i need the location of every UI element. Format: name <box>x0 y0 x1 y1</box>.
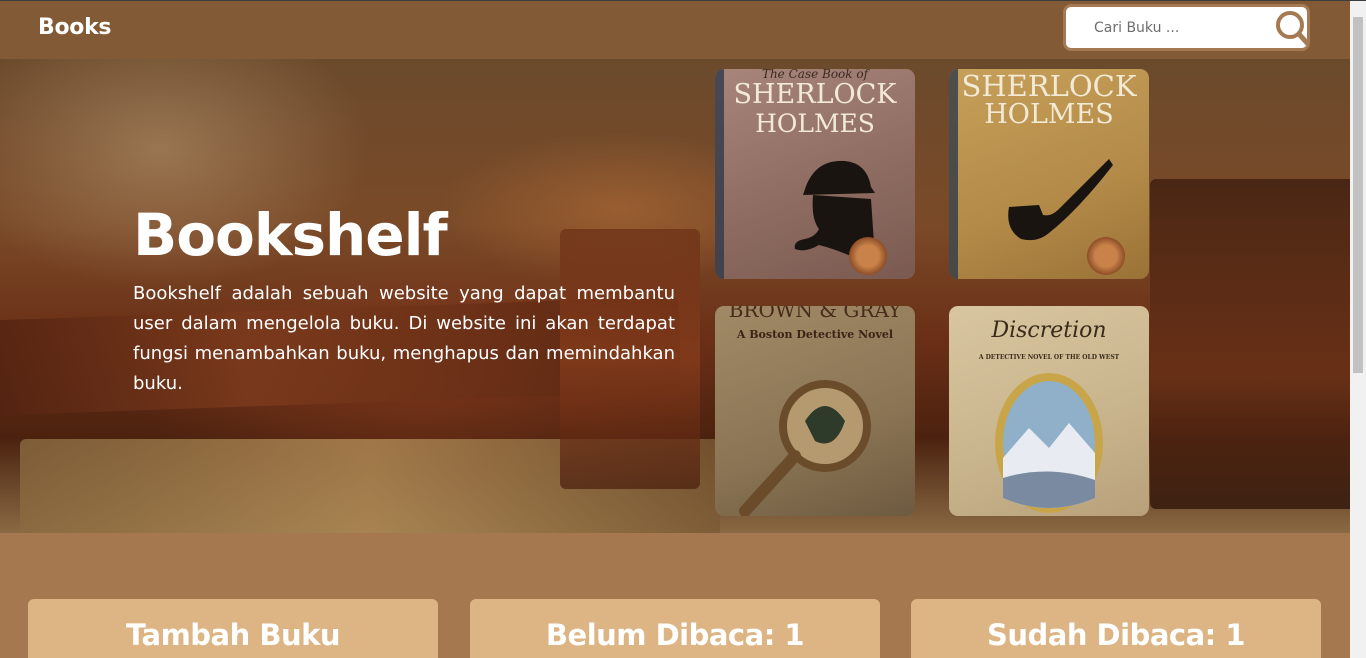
cover-subtitle: A DETECTIVE NOVEL OF THE OLD WEST <box>978 354 1120 361</box>
hero-title: Bookshelf <box>133 201 448 269</box>
book-cover-image: BROWN & GRAY A Boston Detective Novel <box>715 306 915 516</box>
scrollbar-thumb[interactable] <box>1353 17 1363 373</box>
cover-title: BROWN & GRAY <box>728 306 902 322</box>
book-cover-image: SHERLOCK HOLMES <box>949 69 1149 279</box>
hero-banner: Bookshelf Bookshelf adalah sebuah websit… <box>0 59 1350 533</box>
unread-books-title: Belum Dibaca: 1 <box>545 618 805 652</box>
navbar: Books <box>0 1 1350 59</box>
cover-title: SHERLOCK <box>733 79 897 110</box>
award-medal-icon <box>1087 237 1125 275</box>
cover-title: SHERLOCK <box>961 69 1137 103</box>
add-book-title: Tambah Buku <box>125 618 341 652</box>
brand-logo[interactable]: Books <box>38 15 112 40</box>
read-books-card[interactable]: Sudah Dibaca: 1 <box>911 599 1321 658</box>
magnifying-glass-icon <box>739 380 871 516</box>
search-box <box>1063 4 1310 51</box>
book-cover-image: The Case Book of SHERLOCK HOLMES <box>715 69 915 279</box>
cover-title: Discretion <box>991 318 1107 343</box>
cover-title-2: HOLMES <box>984 99 1114 130</box>
book-cover-image: Discretion A DETECTIVE NOVEL OF THE OLD … <box>949 306 1149 516</box>
vertical-scrollbar[interactable] <box>1350 1 1366 658</box>
cover-title-2: HOLMES <box>755 109 875 138</box>
award-medal-icon <box>849 237 887 275</box>
read-books-title: Sudah Dibaca: 1 <box>986 618 1246 652</box>
search-button[interactable] <box>1274 9 1310 47</box>
landscape-oval-icon <box>995 373 1103 513</box>
add-book-card[interactable]: Tambah Buku <box>28 599 438 658</box>
search-input[interactable] <box>1094 17 1264 39</box>
unread-books-card[interactable]: Belum Dibaca: 1 <box>470 599 880 658</box>
hero-description: Bookshelf adalah sebuah website yang dap… <box>133 283 675 394</box>
search-icon <box>1276 11 1310 46</box>
background-book <box>1150 179 1350 509</box>
cover-subtitle: A Boston Detective Novel <box>736 328 894 341</box>
